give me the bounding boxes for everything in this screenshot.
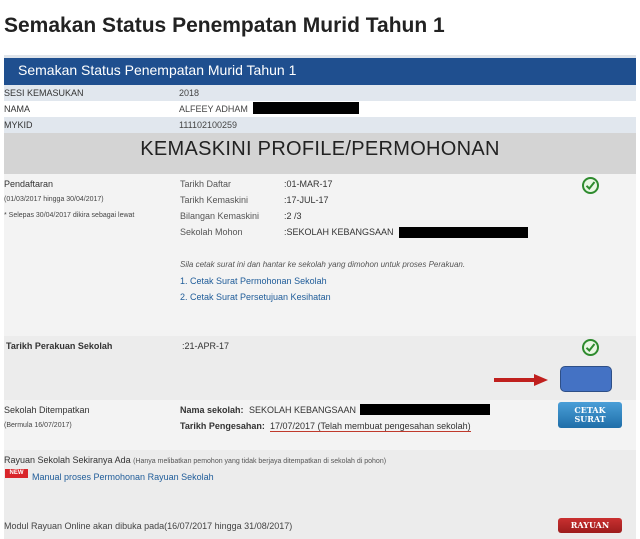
rayuan-title-note: (Hanya melibatkan pemohon yang tidak ber… bbox=[133, 458, 387, 465]
label-sekolah-mohon: Sekolah Mohon bbox=[180, 227, 243, 237]
pengesahan-label: Tarikh Pengesahan: bbox=[180, 421, 265, 431]
profile-band-title: KEMASKINI PROFILE/PERMOHONAN bbox=[140, 138, 500, 160]
highlight-button[interactable] bbox=[560, 366, 612, 392]
ditempatkan-sub: (Bermula 16/07/2017) bbox=[4, 422, 72, 429]
info-value: ALFEEY ADHAM bbox=[179, 104, 248, 114]
check-icon bbox=[582, 339, 599, 356]
redaction-bar bbox=[360, 404, 490, 415]
link-cetak-surat-kesihatan[interactable]: 2. Cetak Surat Persetujuan Kesihatan bbox=[180, 292, 331, 302]
pendaftaran-note: * Selepas 30/04/2017 dikira sebagai lewa… bbox=[4, 212, 135, 219]
info-value: 2018 bbox=[179, 88, 200, 98]
rayuan-section: Rayuan Sekolah Sekiranya Ada (Hanya meli… bbox=[4, 450, 636, 539]
info-row-mykid: MYKID 111102100259 bbox=[4, 117, 636, 133]
nama-sekolah-label: Nama sekolah: bbox=[180, 405, 244, 415]
label-tarikh-kemaskini: Tarikh Kemaskini bbox=[180, 195, 249, 205]
value-sekolah-mohon: :SEKOLAH KEBANGSAAN bbox=[284, 227, 394, 237]
pendaftaran-period: (01/03/2017 hingga 30/04/2017) bbox=[4, 196, 104, 203]
new-badge: NEW bbox=[5, 469, 28, 478]
ditempatkan-section: Sekolah Ditempatkan (Bermula 16/07/2017)… bbox=[4, 400, 636, 450]
cetak-surat-button[interactable]: CETAK SURAT bbox=[558, 402, 622, 428]
redaction-bar bbox=[399, 227, 528, 238]
info-value: 111102100259 bbox=[179, 120, 238, 130]
section-header: Semakan Status Penempatan Murid Tahun 1 bbox=[4, 55, 636, 85]
info-row-nama: NAMA ALFEEY ADHAM bbox=[4, 101, 636, 117]
info-label: MYKID bbox=[4, 120, 33, 130]
rayuan-button[interactable]: RAYUAN bbox=[558, 518, 622, 533]
check-icon bbox=[582, 177, 599, 194]
redaction-bar bbox=[253, 102, 359, 114]
manual-rayuan-link[interactable]: Manual proses Permohonan Rayuan Sekolah bbox=[32, 472, 214, 482]
perakuan-value: :21-APR-17 bbox=[182, 341, 230, 351]
info-label: SESI KEMASUKAN bbox=[4, 88, 84, 98]
value-tarikh-kemaskini: :17-JUL-17 bbox=[284, 195, 329, 205]
arrow-right-icon bbox=[494, 374, 548, 386]
perakuan-label: Tarikh Perakuan Sekolah bbox=[6, 341, 113, 351]
instruction-text: Sila cetak surat ini dan hantar ke sekol… bbox=[180, 260, 466, 269]
label-tarikh-daftar: Tarikh Daftar bbox=[180, 179, 232, 189]
rayuan-heading: Rayuan Sekolah Sekiranya Ada (Hanya meli… bbox=[4, 455, 386, 465]
link-cetak-surat-permohonan[interactable]: 1. Cetak Surat Permohonan Sekolah bbox=[180, 276, 327, 286]
section-header-title: Semakan Status Penempatan Murid Tahun 1 bbox=[18, 62, 297, 78]
pendaftaran-title: Pendaftaran bbox=[4, 179, 54, 189]
modul-rayuan-text: Modul Rayuan Online akan dibuka pada(16/… bbox=[4, 521, 293, 531]
ditempatkan-title: Sekolah Ditempatkan bbox=[4, 405, 90, 415]
page-title: Semakan Status Penempatan Murid Tahun 1 bbox=[4, 14, 445, 37]
pengesahan-value: 17/07/2017 (Telah membuat pengesahan sek… bbox=[270, 421, 471, 432]
label-bilangan-kemaskini: Bilangan Kemaskini bbox=[180, 211, 260, 221]
nama-sekolah-value: SEKOLAH KEBANGSAAN bbox=[249, 405, 357, 415]
info-row-sesi: SESI KEMASUKAN 2018 bbox=[4, 85, 636, 101]
cetak-surat-line2: SURAT bbox=[574, 414, 606, 424]
profile-band: KEMASKINI PROFILE/PERMOHONAN bbox=[4, 133, 636, 174]
value-bilangan-kemaskini: :2 /3 bbox=[284, 211, 302, 221]
rayuan-title: Rayuan Sekolah Sekiranya Ada bbox=[4, 455, 131, 465]
info-label: NAMA bbox=[4, 104, 31, 114]
pendaftaran-section: Pendaftaran (01/03/2017 hingga 30/04/201… bbox=[4, 174, 636, 336]
value-tarikh-daftar: :01-MAR-17 bbox=[284, 179, 333, 189]
perakuan-section: Tarikh Perakuan Sekolah :21-APR-17 bbox=[4, 336, 636, 400]
